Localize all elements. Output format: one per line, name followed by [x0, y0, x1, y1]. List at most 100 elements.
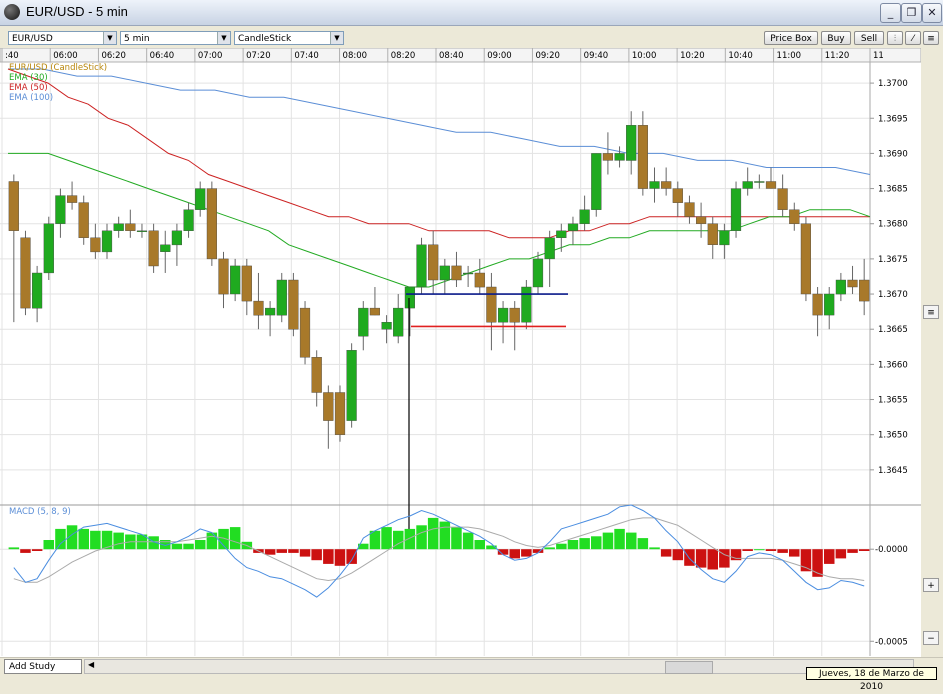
bear-candle	[218, 258, 229, 295]
legend-candlestick: EUR/USD (CandleStick)	[9, 63, 107, 73]
title-bar: EUR/USD - 5 min _ ❐ ✕	[0, 0, 943, 26]
bull-candle	[626, 125, 637, 161]
price-box-button[interactable]: Price Box	[764, 31, 818, 45]
interval-value: 5 min	[124, 34, 150, 44]
bear-candle	[707, 223, 718, 245]
time-tick-label: 07:20	[246, 51, 271, 61]
zoom-in-icon[interactable]: +	[923, 578, 939, 592]
price-tick-label: 1.3680	[878, 220, 908, 230]
bear-candle	[90, 237, 101, 253]
macd-bar	[497, 549, 509, 555]
macd-bar	[346, 549, 357, 564]
bull-candle	[835, 279, 847, 295]
bear-candle	[241, 265, 252, 302]
bull-candle	[136, 230, 148, 233]
macd-bar	[288, 549, 299, 553]
legend-ema-100: EMA (100)	[9, 93, 53, 103]
bull-candle	[195, 188, 206, 210]
scroll-left-icon[interactable]: ◀	[88, 660, 94, 669]
bear-candle	[311, 357, 322, 393]
sell-button[interactable]: Sell	[854, 31, 884, 45]
chevron-down-icon[interactable]: ▼	[103, 32, 116, 44]
bull-candle	[463, 272, 474, 275]
macd-bar	[90, 530, 101, 550]
price-tick-label: 1.3665	[878, 325, 908, 335]
bear-candle	[299, 307, 311, 358]
bear-candle	[428, 244, 439, 281]
bear-candle	[78, 202, 89, 239]
macd-bar	[509, 549, 520, 559]
menu-icon[interactable]: ≡	[923, 31, 939, 45]
bull-candle	[754, 181, 765, 183]
macd-bar	[754, 549, 765, 551]
bear-candle	[323, 392, 334, 421]
horizontal-scrollbar[interactable]: ◀	[84, 659, 914, 674]
bear-candle	[661, 181, 672, 189]
bear-candle	[602, 153, 614, 161]
macd-bar	[20, 549, 31, 553]
price-tick-label: 1.3650	[878, 431, 908, 441]
macd-bar	[206, 532, 218, 550]
macd-bar	[171, 543, 183, 550]
zoom-out-icon[interactable]: −	[923, 631, 939, 645]
bear-candle	[369, 307, 381, 316]
macd-bar	[707, 549, 718, 570]
add-study-select[interactable]: Add Study	[4, 659, 82, 674]
draw-line-icon[interactable]: ⁄	[905, 31, 921, 45]
vertical-scroll-panel: ≡ + −	[921, 48, 943, 659]
chart-type-select[interactable]: CandleStick ▼	[234, 31, 344, 45]
bull-candle	[160, 244, 171, 253]
macd-tick-label: -0.0005	[875, 637, 908, 647]
time-tick-label: 10:20	[680, 51, 705, 61]
minimize-icon[interactable]: _	[880, 3, 901, 23]
bull-candle	[439, 265, 450, 281]
restore-icon[interactable]: ❐	[901, 3, 922, 23]
price-tick-label: 1.3670	[878, 290, 908, 300]
chevron-down-icon[interactable]: ▼	[217, 32, 230, 44]
bull-candle	[393, 307, 404, 337]
symbol-value: EUR/USD	[12, 34, 53, 44]
chevron-down-icon[interactable]: ▼	[330, 32, 343, 44]
macd-bar	[614, 528, 625, 550]
bull-candle	[265, 307, 276, 316]
time-tick-label: :40	[5, 51, 19, 61]
bull-candle	[824, 293, 835, 316]
bull-candle	[567, 223, 579, 231]
bull-candle	[101, 230, 113, 253]
interval-select[interactable]: 5 min ▼	[120, 31, 231, 45]
bear-candle	[847, 279, 858, 288]
price-tick-label: 1.3660	[878, 360, 908, 370]
bear-candle	[812, 293, 823, 316]
macd-bar	[31, 549, 43, 551]
bull-candle	[532, 258, 544, 288]
macd-bar	[276, 549, 287, 553]
bull-candle	[719, 230, 730, 246]
macd-bar	[847, 549, 858, 553]
time-tick-label: 11:00	[777, 51, 802, 61]
macd-bar	[742, 549, 753, 551]
chart-settings-icon[interactable]: ⫶	[887, 31, 903, 45]
macd-bar	[264, 549, 276, 555]
macd-bar	[462, 532, 474, 550]
scroll-grip-icon[interactable]: ≡	[923, 305, 939, 319]
bear-candle	[474, 272, 485, 288]
add-study-label: Add Study	[9, 662, 56, 672]
bear-candle	[206, 188, 218, 260]
bottom-bar: Add Study ◀ Jueves, 18 de Marzo de 2010	[0, 657, 943, 692]
bear-candle	[859, 279, 870, 302]
macd-bar	[113, 532, 124, 550]
scroll-thumb[interactable]	[665, 661, 713, 674]
macd-bar	[521, 549, 532, 557]
buy-button[interactable]: Buy	[821, 31, 851, 45]
bear-candle	[486, 286, 497, 323]
macd-bar	[765, 549, 777, 551]
price-tick-label: 1.3690	[878, 149, 908, 159]
bull-candle	[498, 307, 509, 323]
bull-candle	[113, 223, 124, 231]
macd-bar	[684, 549, 695, 566]
time-axis: :40 06:00 06:20 06:40 07:00 07:20 07:40 08:00 08…	[0, 48, 921, 63]
close-icon[interactable]: ✕	[922, 3, 942, 23]
macd-bar	[439, 521, 451, 550]
price-chart[interactable]: :40 06:00 06:20 06:40 07:00 07:20 07:40 08:00 08…	[0, 48, 921, 659]
symbol-select[interactable]: EUR/USD ▼	[8, 31, 117, 45]
